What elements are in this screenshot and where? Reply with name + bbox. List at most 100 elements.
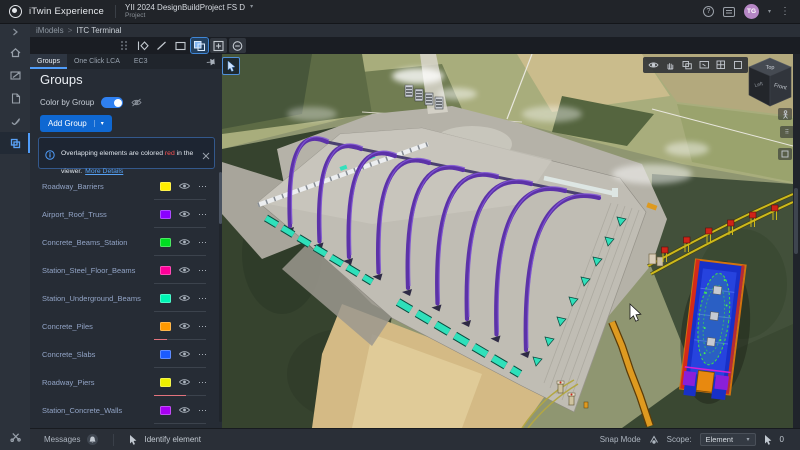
right-panel-collapsed[interactable] (793, 54, 800, 428)
expand-rail-button[interactable] (0, 26, 30, 38)
project-switcher[interactable]: YII 2024 DesignBuildProject FS D ▾ Proje… (125, 3, 253, 20)
group-visibility-icon[interactable] (179, 378, 190, 386)
group-name: Concrete_Piles (42, 322, 160, 331)
snap-mode-label[interactable]: Snap Mode (600, 435, 641, 444)
panel-tabs: GroupsOne Click LCAEC3 (30, 54, 222, 69)
tab-ec3[interactable]: EC3 (127, 54, 155, 69)
avatar[interactable]: TG (744, 4, 759, 19)
feedback-icon[interactable] (723, 7, 735, 17)
group-color-swatch[interactable] (160, 238, 171, 247)
group-visibility-icon[interactable] (179, 266, 190, 274)
info-icon (45, 147, 55, 165)
zoom-window-tool[interactable] (698, 59, 710, 71)
frame-tool[interactable] (732, 59, 744, 71)
drag-handle-icon[interactable] (120, 40, 128, 51)
group-row[interactable]: Roadway_Piers ⋯ (30, 368, 218, 396)
color-by-group-toggle[interactable] (101, 97, 123, 108)
look-around-tool[interactable] (647, 59, 659, 71)
itwin-logo-icon (9, 5, 22, 18)
group-color-swatch[interactable] (160, 406, 171, 415)
group-row[interactable]: Station_Underground_Beams ⋯ (30, 284, 218, 312)
group-visibility-icon[interactable] (179, 210, 190, 218)
group-more-icon[interactable]: ⋯ (198, 377, 208, 388)
group-more-icon[interactable]: ⋯ (198, 349, 208, 360)
group-more-icon[interactable]: ⋯ (198, 265, 208, 276)
group-color-swatch[interactable] (160, 350, 171, 359)
group-more-icon[interactable]: ⋯ (198, 237, 208, 248)
tab-one-click-lca[interactable]: One Click LCA (67, 54, 127, 69)
panel-scrollbar[interactable] (219, 172, 222, 422)
identify-element-prompt: Identify element (144, 435, 200, 444)
project-subtitle: Project (125, 12, 253, 19)
group-more-icon[interactable]: ⋯ (198, 181, 208, 192)
group-color-swatch[interactable] (160, 378, 171, 387)
notifications-bell-icon[interactable] (87, 434, 98, 445)
zoom-controls-button[interactable]: ⠿ (780, 126, 793, 138)
group-more-icon[interactable]: ⋯ (198, 209, 208, 220)
sidebar-item-validation[interactable] (0, 110, 30, 132)
group-visibility-icon[interactable] (179, 238, 190, 246)
group-color-swatch[interactable] (160, 210, 171, 219)
window-area-tool[interactable] (681, 59, 693, 71)
avatar-caret-icon[interactable]: ▾ (768, 8, 771, 15)
add-group-button[interactable]: Add Group ▾ (40, 115, 112, 132)
project-caret-icon[interactable]: ▾ (250, 4, 253, 11)
group-row[interactable]: Roadway_Barriers ⋯ (30, 172, 218, 200)
sidebar-item-groups[interactable] (0, 132, 30, 154)
group-visibility-icon[interactable] (179, 350, 190, 358)
breadcrumb-imodels[interactable]: iModels (36, 26, 64, 35)
snap-mode-icon[interactable] (649, 435, 659, 444)
pin-panel-button[interactable] (207, 54, 217, 69)
hide-all-icon[interactable] (131, 98, 142, 107)
messages-label[interactable]: Messages (44, 435, 80, 444)
walk-tool-button[interactable] (778, 108, 792, 120)
group-row[interactable]: Concrete_Slabs ⋯ (30, 340, 218, 368)
group-color-swatch[interactable] (160, 322, 171, 331)
group-color-swatch[interactable] (160, 266, 171, 275)
group-more-icon[interactable]: ⋯ (198, 321, 208, 332)
viewer-canvas[interactable] (222, 54, 793, 428)
group-row[interactable]: Station_Steel_Floor_Beams ⋯ (30, 256, 218, 284)
group-row[interactable]: Airport_Roof_Truss ⋯ (30, 200, 218, 228)
hide-element-tool[interactable] (229, 38, 246, 53)
scope-select[interactable]: Element ▾ (700, 433, 756, 446)
checkmark-icon (9, 115, 22, 128)
group-visibility-icon[interactable] (179, 294, 190, 302)
fit-view-tool[interactable] (134, 38, 151, 53)
help-icon[interactable]: ? (703, 6, 714, 17)
group-name: Station_Steel_Floor_Beams (42, 266, 160, 275)
group-row[interactable]: Station_Concrete_Walls ⋯ (30, 396, 218, 424)
group-row[interactable]: Concrete_Piles ⋯ (30, 312, 218, 340)
banner-close-icon[interactable] (202, 147, 210, 165)
group-color-swatch[interactable] (160, 182, 171, 191)
more-menu-icon[interactable]: ⋮ (780, 7, 790, 17)
group-visibility-icon[interactable] (179, 182, 190, 190)
sidebar-item-documents[interactable] (0, 87, 30, 109)
measure-tool[interactable] (153, 38, 170, 53)
section-tool[interactable] (172, 38, 189, 53)
view-cube-top-label[interactable]: Top (766, 65, 775, 71)
tab-groups[interactable]: Groups (30, 54, 67, 69)
view-layouts-tool[interactable] (715, 59, 727, 71)
sidebar-item-markup[interactable] (0, 64, 30, 86)
add-element-tool[interactable] (210, 38, 227, 53)
group-visibility-icon[interactable] (179, 322, 190, 330)
layers-tool[interactable] (191, 38, 208, 53)
add-group-caret-icon[interactable]: ▾ (94, 120, 104, 127)
group-list: Roadway_Barriers ⋯ Airport_Roof_Truss ⋯ (30, 172, 218, 424)
map-mode-button[interactable] (778, 148, 792, 160)
select-tool-button[interactable] (222, 57, 240, 75)
group-color-swatch[interactable] (160, 294, 171, 303)
view-cube[interactable]: Top Front Left (746, 56, 793, 115)
right-panel-handle[interactable] (794, 188, 798, 254)
group-visibility-icon[interactable] (179, 406, 190, 414)
layers-icon (193, 40, 206, 52)
pan-tool[interactable] (664, 59, 676, 71)
sidebar-item-settings[interactable] (0, 426, 30, 446)
group-row[interactable]: Concrete_Beams_Station ⋯ (30, 228, 218, 256)
group-more-icon[interactable]: ⋯ (198, 293, 208, 304)
viewport-3d[interactable]: Top Front Left ⠿ (222, 54, 793, 428)
sidebar-item-home[interactable] (0, 41, 30, 63)
breadcrumb: iModels > ITC Terminal (30, 24, 800, 37)
group-more-icon[interactable]: ⋯ (198, 405, 208, 416)
